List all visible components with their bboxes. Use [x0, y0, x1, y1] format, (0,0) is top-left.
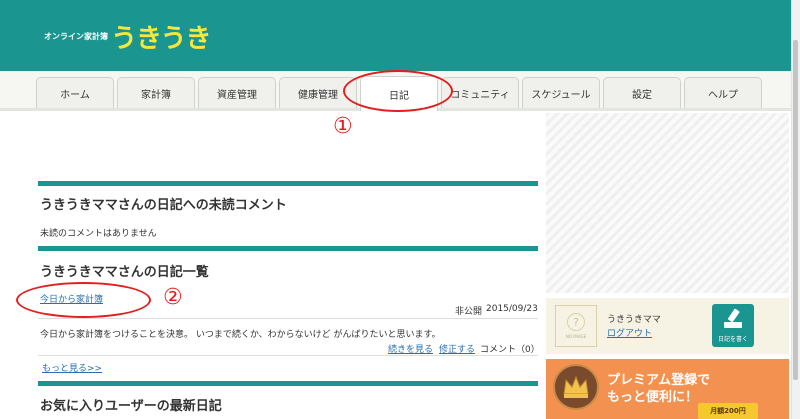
tab-help[interactable]: ヘルプ: [684, 77, 762, 108]
diary-list-title: うきうきママさんの日記一覧: [40, 265, 209, 280]
scrollbar-thumb[interactable]: [793, 40, 798, 380]
price-badge: 月額200円: [698, 403, 758, 419]
comment-count[interactable]: コメント（0）: [480, 342, 540, 355]
premium-text-line2: もっと便利に！: [607, 390, 699, 405]
logo-subtitle: オンライン家計簿: [44, 32, 108, 41]
edit-entry-link[interactable]: 修正する: [439, 342, 475, 355]
entry-divider: [38, 318, 538, 319]
unread-comments-message: 未読のコメントはありません: [40, 229, 157, 239]
section-bar-diary-list: [38, 246, 538, 251]
annotation-ellipse-2: [16, 282, 151, 318]
no-image-label: NO IMAGE: [565, 334, 587, 339]
diary-entry-visibility: 非公開: [455, 307, 483, 317]
diary-entry-body: 今日から家計簿をつけることを決意。 いつまで続くか、わからないけど がんばりたい…: [40, 330, 441, 340]
section-bar-favorites: [38, 381, 538, 386]
annotation-number-1: ①: [333, 114, 353, 139]
site-header: オンライン家計簿 うきうき: [0, 0, 800, 71]
tab-schedule[interactable]: スケジュール: [522, 77, 600, 108]
user-name: うきうきママ: [607, 315, 661, 325]
pen-icon: [724, 308, 742, 328]
diary-entry-date: 2015/09/23: [486, 304, 538, 314]
logout-link[interactable]: ログアウト: [607, 326, 652, 339]
entry-divider-bottom: [38, 355, 538, 356]
tab-home[interactable]: ホーム: [36, 77, 114, 108]
ad-placeholder: [546, 113, 789, 293]
site-logo[interactable]: うきうき: [111, 18, 211, 55]
crown-badge: [553, 364, 599, 410]
tab-settings[interactable]: 設定: [603, 77, 681, 108]
favorites-title: お気に入りユーザーの最新日記: [40, 399, 222, 414]
annotation-ellipse-1: [343, 70, 453, 112]
annotation-number-2: ②: [163, 285, 183, 310]
no-image-icon: ?: [567, 313, 585, 331]
read-more-link[interactable]: 続きを見る: [388, 342, 433, 355]
crown-icon: [563, 375, 589, 398]
tab-household-budget[interactable]: 家計簿: [117, 77, 195, 108]
section-bar-unread: [38, 181, 538, 186]
write-diary-button[interactable]: 日記を書く: [712, 304, 754, 347]
unread-comments-title: うきうきママさんの日記への未読コメント: [40, 198, 287, 213]
more-diaries-link[interactable]: もっと見る>>: [42, 361, 102, 374]
avatar: ? NO IMAGE: [555, 305, 597, 347]
tab-asset-management[interactable]: 資産管理: [198, 77, 276, 108]
write-diary-label: 日記を書く: [717, 336, 748, 343]
